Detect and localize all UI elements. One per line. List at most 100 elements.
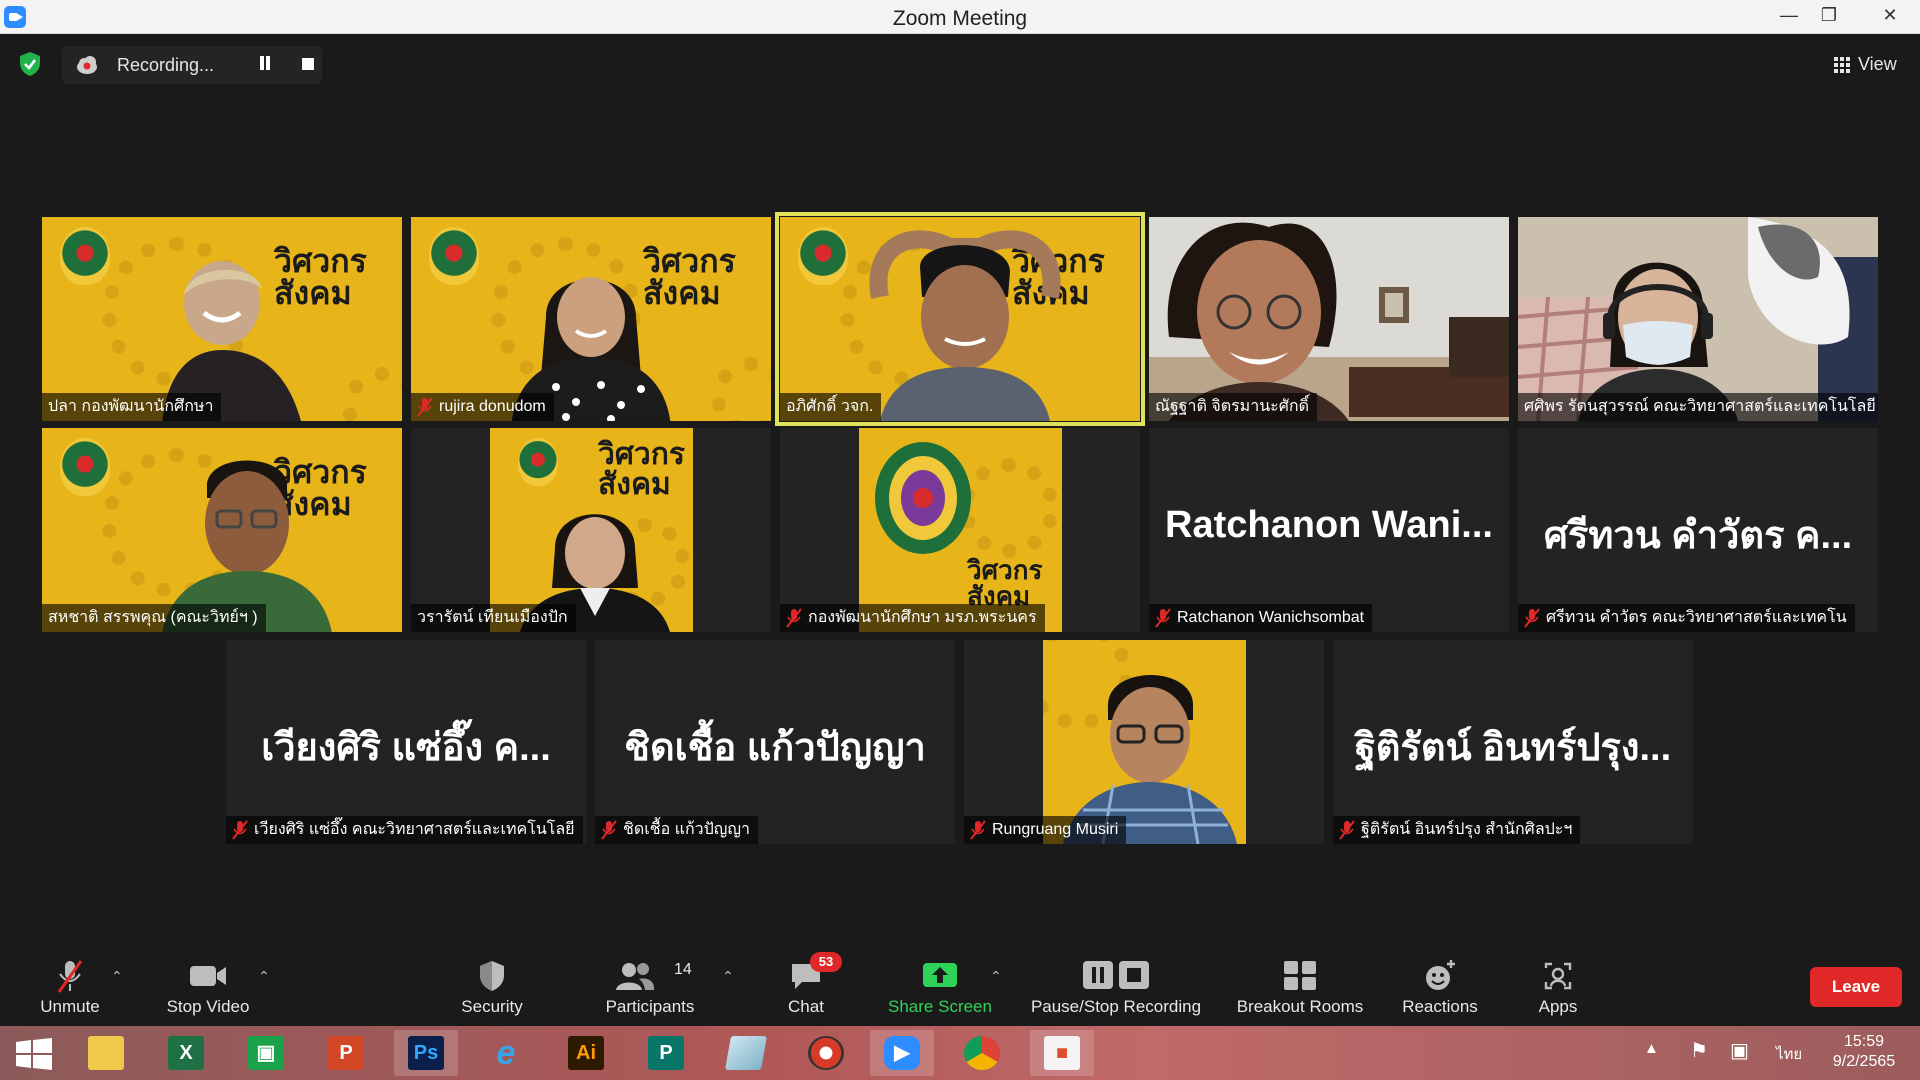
show-hidden-icons-caret-icon[interactable]: ▲ <box>1644 1040 1659 1057</box>
video-tile[interactable]: วิศวกร สังคม rujira donudom <box>411 217 771 421</box>
taskbar-photoshop[interactable]: Ps <box>394 1030 458 1076</box>
university-logo <box>429 227 479 285</box>
unmute-label: Unmute <box>40 997 100 1016</box>
video-tile[interactable]: Rungruang Musiri <box>964 640 1324 844</box>
windows-logo-icon <box>16 1038 52 1070</box>
system-clock[interactable]: 15:59 9/2/2565 <box>1816 1032 1912 1072</box>
participants-button[interactable]: 14 Participants <box>598 950 702 1026</box>
muted-mic-icon <box>1339 820 1355 840</box>
network-icon[interactable]: ▣ <box>1730 1038 1749 1063</box>
powerpoint-icon: P <box>328 1036 364 1070</box>
input-language[interactable]: ไทย <box>1776 1042 1802 1066</box>
store-bag-icon: ▣ <box>248 1036 284 1070</box>
muted-mic-icon <box>232 820 248 840</box>
muted-mic-icon <box>601 820 617 840</box>
audio-options-caret-icon[interactable]: ⌃ <box>111 968 123 985</box>
video-tile-no-video[interactable]: Ratchanon Wani... Ratchanon Wanichsombat <box>1149 428 1509 632</box>
participant-display-name: เวียงศิริ แซ่อึ๊ง ค... <box>261 727 551 769</box>
taskbar-chrome[interactable] <box>950 1030 1014 1076</box>
stop-recording-icon[interactable] <box>302 58 314 70</box>
video-tile-no-video[interactable]: ศรีทวน คำวัตร ค... ศรีทวน คำวัตร คณะวิทย… <box>1518 428 1878 632</box>
participant-name-tag: rujira donudom <box>411 393 554 421</box>
internet-explorer-icon: e <box>496 1034 516 1072</box>
excel-icon: X <box>168 1036 204 1070</box>
taskbar-illustrator[interactable]: Ai <box>554 1030 618 1076</box>
video-tile[interactable]: วิศวกร สังคม กองพัฒนานักศึกษา มรภ.พระนคร <box>780 428 1140 632</box>
share-screen-label: Share Screen <box>888 997 992 1016</box>
action-center-flag-icon[interactable]: ⚑ <box>1690 1038 1708 1063</box>
security-shield-icon[interactable] <box>18 51 42 77</box>
muted-mic-icon <box>1524 608 1540 628</box>
security-button[interactable]: Security <box>448 950 536 1026</box>
publisher-icon: P <box>648 1036 684 1070</box>
video-tile[interactable]: วิศวกร สังคม วรารัตน์ เทียนเมืองปัก <box>411 428 771 632</box>
view-button[interactable]: View <box>1826 50 1906 80</box>
participant-display-name: Ratchanon Wani... <box>1165 504 1493 546</box>
muted-mic-icon <box>417 397 433 417</box>
clock-date: 9/2/2565 <box>1832 1053 1896 1070</box>
pause-stop-recording-button[interactable]: Pause/Stop Recording <box>1024 950 1208 1026</box>
folder-icon <box>88 1036 124 1070</box>
video-tile[interactable]: วิศวกร สังคม ปลา กองพัฒนานักศึกษา <box>42 217 402 421</box>
muted-mic-icon <box>1155 608 1171 628</box>
taskbar-photos[interactable]: ■ <box>1030 1030 1094 1076</box>
cloud-recording-icon <box>77 56 97 74</box>
chrome-icon <box>964 1036 1000 1070</box>
title-bar: Zoom Meeting — ❐ ✕ <box>0 0 1920 34</box>
illustrator-icon: Ai <box>568 1036 604 1070</box>
zoom-camera-icon: ▶ <box>884 1036 920 1070</box>
video-tile[interactable]: วิศวกร สังคม สหชาติ สรรพคุณ (คณะวิทย์ฯ ) <box>42 428 402 632</box>
taskbar-photoscape[interactable] <box>794 1030 858 1076</box>
taskbar-store[interactable]: ▣ <box>234 1030 298 1076</box>
stop-video-button[interactable]: Stop Video <box>156 950 260 1026</box>
participant-name-tag: กองพัฒนานักศึกษา มรภ.พระนคร <box>780 604 1045 632</box>
participants-options-caret-icon[interactable]: ⌃ <box>722 968 734 985</box>
recording-controls-label: Pause/Stop Recording <box>1030 997 1202 1016</box>
apps-label: Apps <box>1538 997 1578 1016</box>
taskbar-publisher[interactable]: P <box>634 1030 698 1076</box>
participant-name-tag: ฐิติรัตน์ อินทร์ปรุง สำนักศิลปะฯ <box>1333 816 1581 844</box>
breakout-rooms-button[interactable]: Breakout Rooms <box>1226 950 1374 1026</box>
taskbar-excel[interactable]: X <box>154 1030 218 1076</box>
leave-meeting-button[interactable]: Leave <box>1810 967 1902 1007</box>
start-button[interactable] <box>2 1030 66 1076</box>
banner-text: วิศวกร สังคม <box>967 556 1043 612</box>
unmute-button[interactable]: Unmute <box>22 950 118 1026</box>
university-logo <box>798 227 848 285</box>
participant-video <box>1149 217 1509 421</box>
pause-stop-recording-icon <box>1083 961 1149 989</box>
taskbar-powerpoint[interactable]: P <box>314 1030 378 1076</box>
pause-recording-icon[interactable] <box>258 56 272 72</box>
windows-taskbar: X ▣ P Ps e Ai P ▶ ■ ▲ ⚑ ▣ ไทย 15:59 9/2/… <box>0 1026 1920 1080</box>
reactions-label: Reactions <box>1402 997 1478 1016</box>
video-tile[interactable]: ณัฐฐาติ จิตรมานะศักดิ์ <box>1149 217 1509 421</box>
taskbar-file-explorer[interactable] <box>74 1030 138 1076</box>
chat-button[interactable]: 53 Chat <box>770 950 842 1026</box>
video-tile-active-speaker[interactable]: วิศวกร สังคม อภิศักดิ์ วจก. <box>775 212 1145 426</box>
apps-button[interactable]: Apps <box>1518 950 1598 1026</box>
participant-name-tag: ศศิพร รัตนสุวรรณ์ คณะวิทยาศาสตร์และเทคโน… <box>1518 393 1878 421</box>
photoscape-icon <box>808 1036 844 1070</box>
share-screen-button[interactable]: Share Screen <box>880 950 1000 1026</box>
video-options-caret-icon[interactable]: ⌃ <box>258 968 270 985</box>
close-button[interactable]: ✕ <box>1860 0 1920 30</box>
video-tile[interactable]: ศศิพร รัตนสุวรรณ์ คณะวิทยาศาสตร์และเทคโน… <box>1518 217 1878 421</box>
participant-name-tag: ศรีทวน คำวัตร คณะวิทยาศาสตร์และเทคโน <box>1518 604 1855 632</box>
participant-name-tag: Rungruang Musiri <box>964 816 1127 844</box>
participants-label: Participants <box>605 997 695 1016</box>
reactions-button[interactable]: Reactions <box>1392 950 1488 1026</box>
participant-name-tag: ณัฐฐาติ จิตรมานะศักดิ์ <box>1149 393 1317 421</box>
taskbar-notes[interactable] <box>714 1030 778 1076</box>
participant-display-name: ชิดเชื้อ แก้วปัญญา <box>624 727 926 769</box>
photos-icon: ■ <box>1044 1036 1080 1070</box>
taskbar-internet-explorer[interactable]: e <box>474 1030 538 1076</box>
video-tile-no-video[interactable]: ฐิติรัตน์ อินทร์ปรุง... ฐิติรัตน์ อินทร์… <box>1333 640 1693 844</box>
participant-video <box>1518 217 1878 421</box>
participant-name-tag: ปลา กองพัฒนานักศึกษา <box>42 393 222 421</box>
maximize-button[interactable]: ❐ <box>1806 0 1852 30</box>
share-options-caret-icon[interactable]: ⌃ <box>990 968 1002 985</box>
video-tile-no-video[interactable]: เวียงศิริ แซ่อึ๊ง ค... เวียงศิริ แซ่อึ๊ง… <box>226 640 586 844</box>
video-tile-no-video[interactable]: ชิดเชื้อ แก้วปัญญา ชิดเชื้อ แก้วปัญญา <box>595 640 955 844</box>
taskbar-zoom[interactable]: ▶ <box>870 1030 934 1076</box>
participants-count: 14 <box>674 961 692 978</box>
